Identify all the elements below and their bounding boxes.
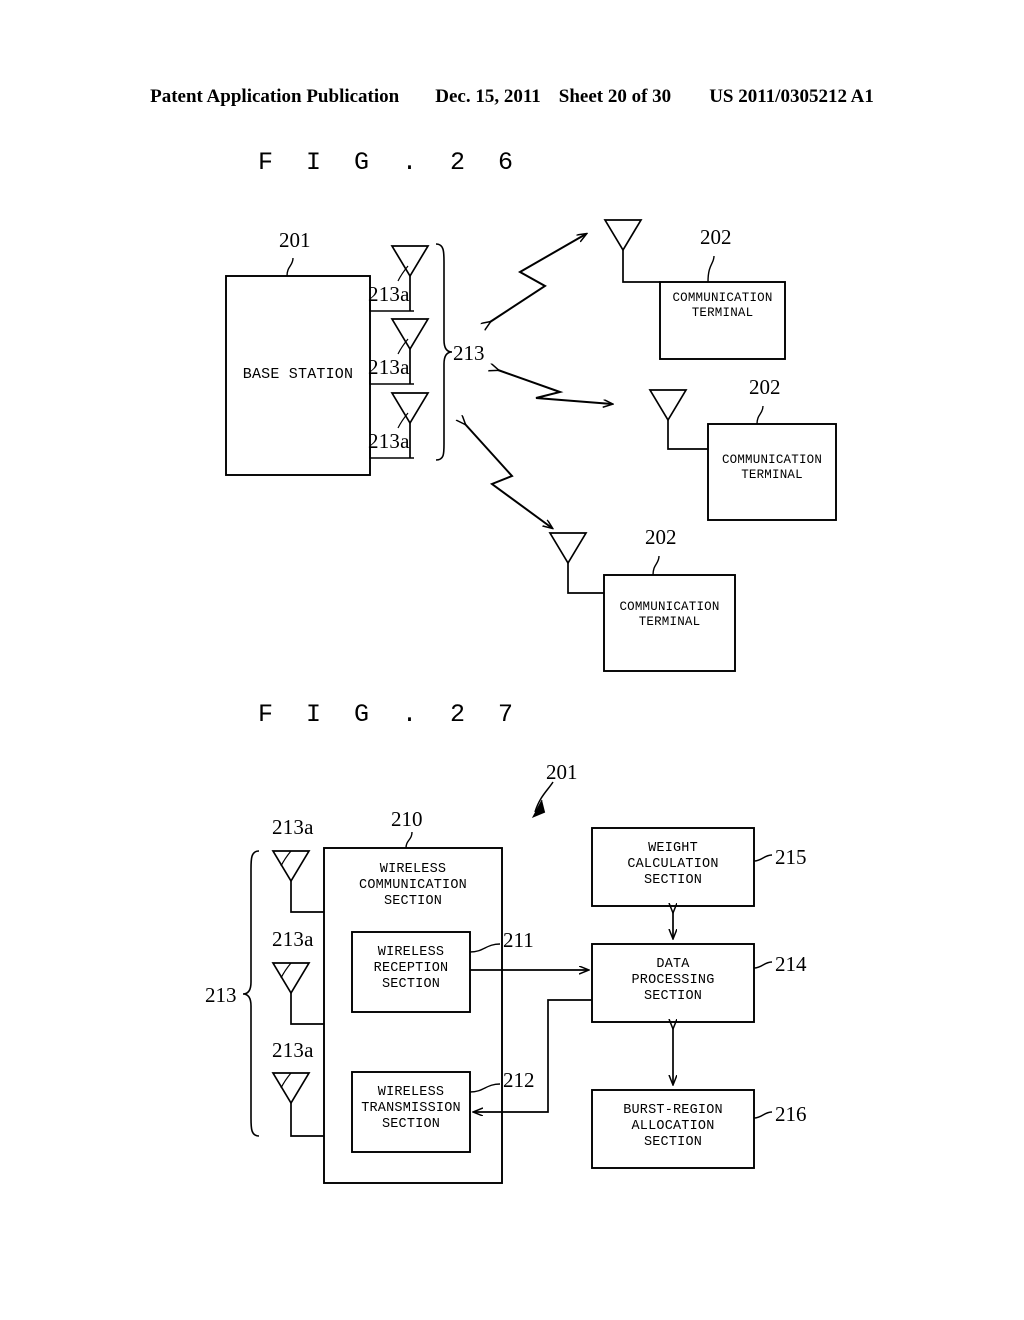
- antenna-ref-213a-3: 213a: [368, 429, 410, 453]
- figure-27-drawing: [242, 781, 773, 1184]
- antenna-ref-213a-fig27-1: 213a: [272, 815, 314, 839]
- communication-terminal-label-2: COMMUNICATION TERMINAL: [721, 453, 823, 482]
- ref-201-fig27: 201: [546, 760, 578, 784]
- wireless-communication-section-label: WIRELESS COMMUNICATION SECTION: [359, 862, 467, 909]
- ref-212: 212: [503, 1068, 535, 1092]
- patent-drawing-page: Patent Application Publication Dec. 15, 2…: [0, 0, 1024, 1320]
- wireless-transmission-section-label: WIRELESS TRANSMISSION SECTION: [361, 1085, 461, 1132]
- header-sheet: Sheet 20 of 30: [558, 86, 672, 107]
- ref-202-terminal-2: 202: [749, 375, 781, 399]
- weight-calculation-section-label: WEIGHT CALCULATION SECTION: [627, 841, 719, 888]
- communication-terminal-label-1: COMMUNICATION TERMINAL: [672, 291, 773, 320]
- figure-27-title: F I G . 2 7: [258, 700, 523, 729]
- antenna-ref-213a-2: 213a: [368, 355, 410, 379]
- ref-211: 211: [503, 928, 534, 952]
- wireless-reception-section-label: WIRELESS RECEPTION SECTION: [373, 945, 449, 992]
- antenna-ref-213a-fig27-3: 213a: [272, 1038, 314, 1062]
- base-station-label: BASE STATION: [242, 366, 354, 383]
- ref-210: 210: [391, 807, 423, 831]
- antenna-group-ref-213-fig26: 213: [453, 341, 485, 365]
- ref-202-terminal-1: 202: [700, 225, 732, 249]
- antenna-ref-213a-fig27-2: 213a: [272, 927, 314, 951]
- ref-202-terminal-3: 202: [645, 525, 677, 549]
- burst-region-allocation-section-label: BURST-REGION ALLOCATION SECTION: [623, 1103, 723, 1150]
- header-date: Dec. 15, 2011: [435, 86, 541, 107]
- data-processing-section-label: DATA PROCESSING SECTION: [631, 957, 715, 1004]
- ref-216: 216: [775, 1102, 807, 1126]
- publication-header: Patent Application Publication Dec. 15, 2…: [0, 86, 1024, 108]
- figure-26-drawing: [225, 219, 837, 672]
- communication-terminal-label-3: COMMUNICATION TERMINAL: [619, 600, 720, 629]
- antenna-group-ref-213-fig27: 213: [205, 983, 237, 1007]
- figure-26-title: F I G . 2 6: [258, 148, 523, 177]
- antenna-ref-213a-1: 213a: [368, 282, 410, 306]
- ref-215: 215: [775, 845, 807, 869]
- header-publication: Patent Application Publication: [150, 86, 400, 107]
- ref-201-fig26: 201: [279, 228, 311, 252]
- ref-214: 214: [775, 952, 807, 976]
- header-docnum: US 2011/0305212 A1: [709, 86, 874, 107]
